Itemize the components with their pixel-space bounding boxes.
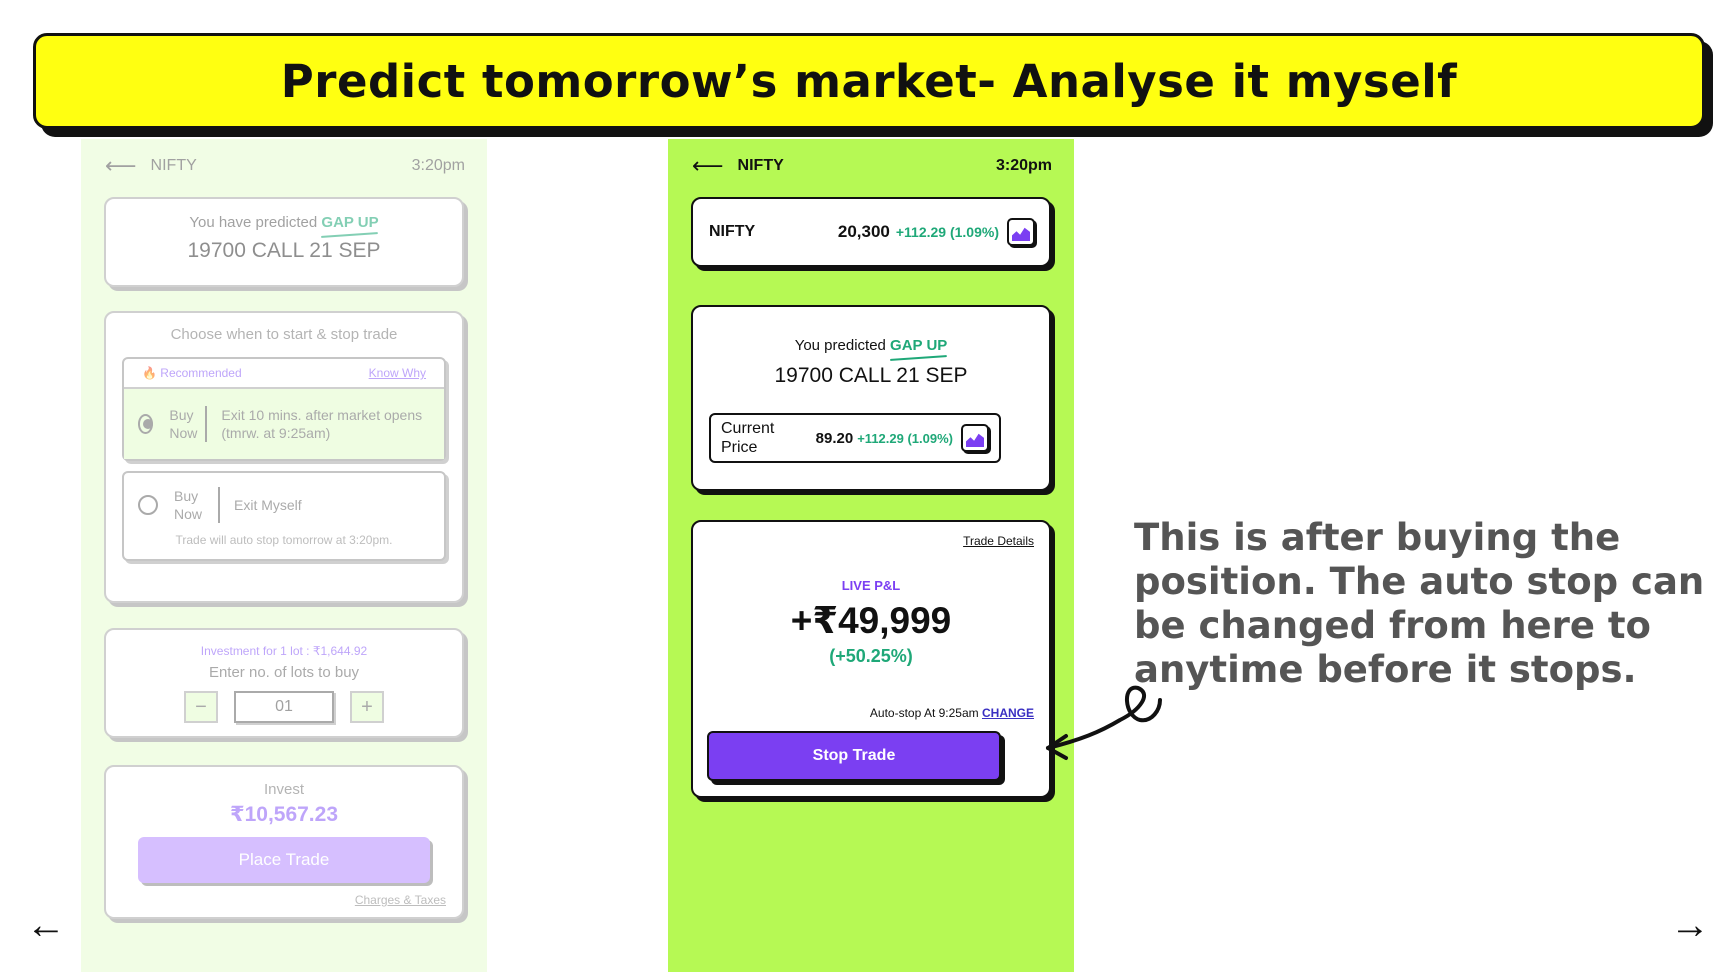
prediction-line: You predicted GAP UP (693, 337, 1049, 354)
annotation-text: This is after buying the position. The a… (1134, 516, 1705, 691)
option2-buy: Buy Now (174, 487, 220, 523)
investment-per-lot: Investment for 1 lot : ₹1,644.92 (200, 644, 368, 658)
arrow-left-icon[interactable]: ⟵ (692, 153, 724, 179)
live-pnl-card: Trade Details LIVE P&L +₹49,999 (+50.25%… (691, 520, 1051, 798)
timing-option-manual[interactable]: Buy Now Exit Myself Trade will auto stop… (122, 471, 446, 561)
quantity-input[interactable]: 01 (234, 691, 334, 723)
minus-button[interactable]: − (184, 691, 218, 723)
auto-stop-row: Auto-stop At 9:25am CHANGE (870, 706, 1034, 720)
know-why-link[interactable]: Know Why (369, 366, 426, 380)
option1-body: Buy Now Exit 10 mins. after market opens… (124, 389, 444, 459)
charges-link[interactable]: Charges & Taxes (106, 893, 462, 907)
current-label-line2: Price (721, 439, 758, 456)
index-value: 20,300 (837, 222, 890, 241)
left-title: NIFTY (150, 157, 197, 174)
right-time: 3:20pm (995, 157, 1052, 174)
option1-buy: Buy Now (169, 406, 208, 442)
current-price-value: 89.20 (815, 429, 854, 447)
arrow-left-icon[interactable]: ⟵ (105, 153, 137, 179)
recommended-row: 🔥 Recommended Know Why (124, 359, 444, 389)
prediction-contract: 19700 CALL 21 SEP (187, 239, 381, 262)
quantity-stepper: − 01 + (106, 691, 462, 723)
left-topbar: ⟵ NIFTY 3:20pm (81, 151, 487, 181)
right-phone-screen: ⟵ NIFTY 3:20pm NIFTY 20,300 +112.29 (1.0… (668, 139, 1074, 972)
live-pnl-label: LIVE P&L (841, 578, 901, 593)
right-topbar: ⟵ NIFTY 3:20pm (668, 151, 1074, 181)
place-trade-card: Invest ₹10,567.23 Place Trade Charges & … (104, 765, 464, 919)
right-title: NIFTY (737, 157, 784, 174)
option2-exit: Exit Myself (234, 497, 302, 513)
banner: Predict tomorrow’s market- Analyse it my… (33, 33, 1705, 129)
pnl-amount: +₹49,999 (790, 600, 952, 641)
lots-prompt: Enter no. of lots to buy (208, 664, 360, 681)
prediction-prefix: You predicted (794, 337, 886, 354)
current-price-row: Current Price 89.20 +112.29 (1.09%) (709, 413, 1001, 463)
timing-heading: Choose when to start & stop trade (170, 326, 398, 343)
prediction-direction: GAP UP (321, 214, 379, 231)
chart-icon[interactable] (1007, 218, 1035, 246)
prediction-line: You have predicted GAP UP (106, 214, 462, 231)
left-phone-screen: ⟵ NIFTY 3:20pm You have predicted GAP UP… (81, 139, 487, 972)
recommended-label: 🔥 Recommended (142, 366, 242, 380)
slide: Predict tomorrow’s market- Analyse it my… (0, 0, 1728, 972)
place-trade-button[interactable]: Place Trade (138, 837, 430, 883)
option1-exit: Exit 10 mins. after market opens (tmrw. … (221, 407, 423, 441)
option2-row: Buy Now Exit Myself (124, 487, 444, 523)
prediction-contract: 19700 CALL 21 SEP (774, 364, 968, 387)
invest-label: Invest (263, 781, 305, 798)
option1-radio[interactable] (138, 414, 154, 434)
option2-radio[interactable] (138, 495, 158, 515)
prediction-prefix: You have predicted (189, 214, 318, 231)
timing-option-recommended[interactable]: 🔥 Recommended Know Why Buy Now Exit 10 m… (122, 357, 446, 461)
option2-note: Trade will auto stop tomorrow at 3:20pm. (175, 533, 393, 547)
next-slide-icon[interactable]: → (1670, 905, 1710, 945)
current-label-line1: Current (721, 420, 775, 437)
index-card[interactable]: NIFTY 20,300 +112.29 (1.09%) (691, 197, 1051, 267)
left-prediction-card: You have predicted GAP UP 19700 CALL 21 … (104, 197, 464, 287)
auto-stop-text: Auto-stop At 9:25am (869, 706, 979, 720)
trade-timing-card: Choose when to start & stop trade 🔥 Reco… (104, 311, 464, 603)
pnl-percent: (+50.25%) (829, 646, 913, 666)
lots-card: Investment for 1 lot : ₹1,644.92 Enter n… (104, 628, 464, 738)
invest-amount: ₹10,567.23 (229, 803, 339, 826)
right-prediction-card: You predicted GAP UP 19700 CALL 21 SEP C… (691, 305, 1051, 491)
plus-button[interactable]: + (350, 691, 384, 723)
current-price-label: Current Price (721, 419, 816, 457)
change-link[interactable]: CHANGE (982, 706, 1034, 720)
trade-details-link[interactable]: Trade Details (963, 534, 1034, 548)
prediction-direction: GAP UP (890, 337, 948, 354)
index-name: NIFTY (709, 223, 756, 240)
chart-icon[interactable] (961, 424, 989, 452)
left-time: 3:20pm (411, 157, 465, 174)
pointer-arrow-icon (1046, 685, 1162, 760)
prev-slide-icon[interactable]: ← (26, 905, 66, 945)
banner-title: Predict tomorrow’s market- Analyse it my… (280, 54, 1458, 108)
current-price-change: +112.29 (1.09%) (857, 430, 953, 446)
index-change: +112.29 (1.09%) (895, 224, 999, 240)
stop-trade-button[interactable]: Stop Trade (707, 731, 1001, 781)
